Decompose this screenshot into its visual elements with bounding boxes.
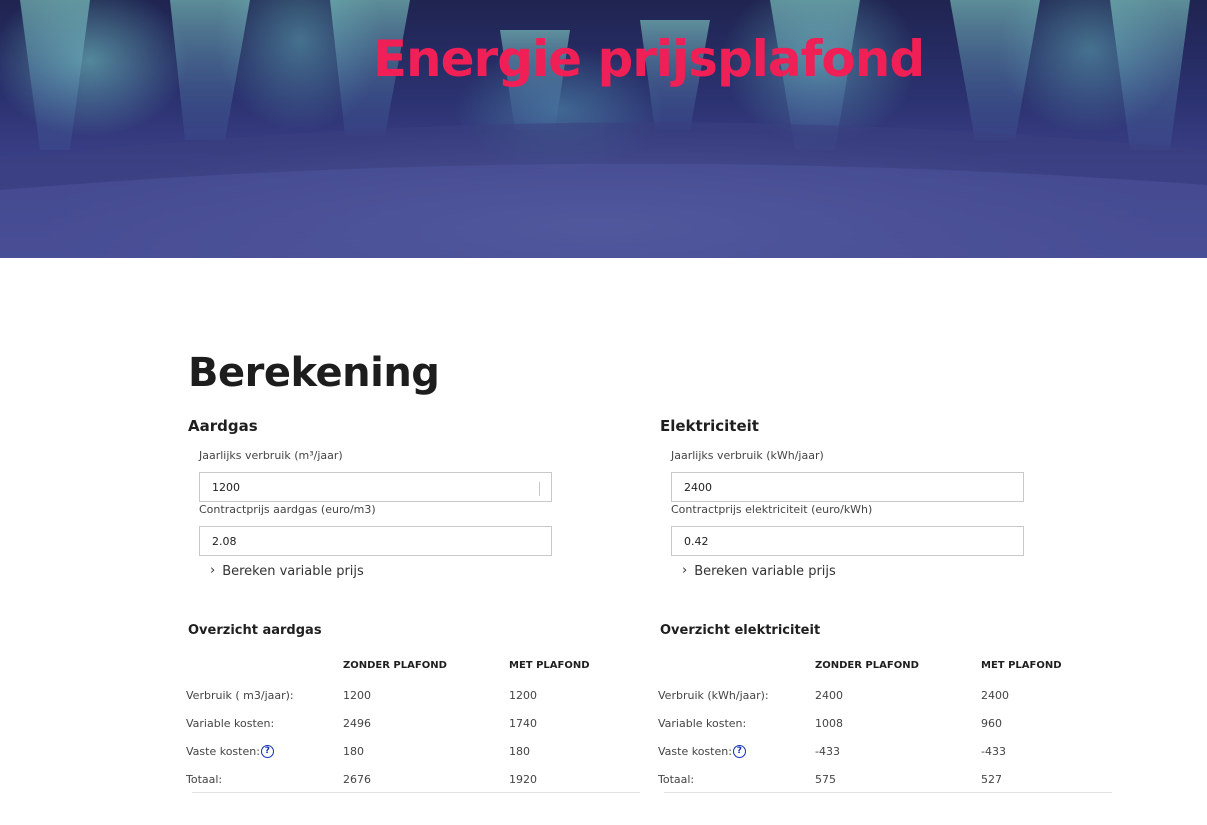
row-label: Verbruik (kWh/jaar): — [658, 688, 769, 702]
value-with-cap: 1740 — [509, 716, 537, 730]
gas-section-title: Aardgas — [188, 417, 258, 435]
table-row: Vaste kosten:? 180 180 — [186, 737, 639, 765]
gas-usage-input-divider — [539, 482, 540, 496]
value-with-cap: 2400 — [981, 688, 1009, 702]
electricity-section: Elektriciteit Jaarlijks verbruik (kWh/ja… — [658, 417, 1130, 793]
table-header: ZONDER PLAFOND — [343, 659, 447, 671]
chevron-right-icon: › — [682, 563, 688, 578]
row-label: Vaste kosten: — [186, 744, 260, 758]
elec-price-input[interactable] — [671, 526, 1024, 556]
gas-usage-input[interactable] — [199, 472, 552, 502]
elec-calc-variable-price-toggle[interactable]: › Bereken variable prijs — [682, 563, 836, 579]
value-with-cap: 527 — [981, 772, 1002, 786]
value-without-cap: -433 — [815, 744, 840, 758]
table-header: MET PLAFOND — [509, 659, 590, 671]
value-with-cap: 1200 — [509, 688, 537, 702]
row-label: Vaste kosten: — [658, 744, 732, 758]
gas-price-input[interactable] — [199, 526, 552, 556]
table-header-row: ZONDER PLAFOND MET PLAFOND — [658, 649, 1111, 681]
table-row: Totaal: 2676 1920 — [186, 765, 639, 793]
gas-usage-label: Jaarlijks verbruik (m³/jaar) — [199, 449, 343, 462]
table-header: MET PLAFOND — [981, 659, 1062, 671]
value-without-cap: 575 — [815, 772, 836, 786]
divider — [664, 792, 1112, 793]
value-without-cap: 2400 — [815, 688, 843, 702]
value-without-cap: 180 — [343, 744, 364, 758]
value-with-cap: -433 — [981, 744, 1006, 758]
value-without-cap: 2496 — [343, 716, 371, 730]
row-label-cell: Vaste kosten:? — [658, 737, 815, 765]
table-header — [658, 649, 815, 681]
hero-banner: Energie prijsplafond — [0, 0, 1207, 258]
elec-usage-input[interactable] — [671, 472, 1024, 502]
gas-calc-variable-price-label: Bereken variable prijs — [222, 564, 364, 579]
question-circle-icon[interactable]: ? — [732, 744, 746, 758]
row-label: Totaal: — [186, 772, 223, 786]
table-row: Vaste kosten:? -433 -433 — [658, 737, 1111, 765]
gas-section: Aardgas Jaarlijks verbruik (m³/jaar) Con… — [186, 417, 658, 793]
value-with-cap: 1920 — [509, 772, 537, 786]
question-circle-icon[interactable]: ? — [260, 744, 274, 758]
value-with-cap: 180 — [509, 744, 530, 758]
gas-price-label: Contractprijs aardgas (euro/m3) — [199, 503, 376, 516]
elec-price-label: Contractprijs elektriciteit (euro/kWh) — [671, 503, 873, 516]
elec-calc-variable-price-label: Bereken variable prijs — [694, 564, 836, 579]
value-without-cap: 1008 — [815, 716, 843, 730]
page-title: Berekening — [188, 350, 440, 396]
elec-overview-title: Overzicht elektriciteit — [660, 623, 821, 638]
table-row: Totaal: 575 527 — [658, 765, 1111, 793]
gas-overview-title: Overzicht aardgas — [188, 623, 322, 638]
table-header — [186, 649, 343, 681]
table-row: Verbruik (kWh/jaar): 2400 2400 — [658, 681, 1111, 709]
elec-overview-table: ZONDER PLAFOND MET PLAFOND Verbruik (kWh… — [658, 649, 1111, 793]
elec-section-title: Elektriciteit — [660, 417, 759, 435]
table-row: Variable kosten: 2496 1740 — [186, 709, 639, 737]
table-header-row: ZONDER PLAFOND MET PLAFOND — [186, 649, 639, 681]
row-label: Totaal: — [658, 772, 695, 786]
gas-overview-table: ZONDER PLAFOND MET PLAFOND Verbruik ( m3… — [186, 649, 639, 793]
divider — [192, 792, 640, 793]
value-without-cap: 1200 — [343, 688, 371, 702]
row-label: Variable kosten: — [186, 716, 275, 730]
table-row: Variable kosten: 1008 960 — [658, 709, 1111, 737]
value-without-cap: 2676 — [343, 772, 371, 786]
table-row: Verbruik ( m3/jaar): 1200 1200 — [186, 681, 639, 709]
chevron-right-icon: › — [210, 563, 216, 578]
row-label: Variable kosten: — [658, 716, 747, 730]
row-label-cell: Vaste kosten:? — [186, 737, 343, 765]
table-header: ZONDER PLAFOND — [815, 659, 919, 671]
hero-title: Energie prijsplafond — [372, 30, 925, 88]
row-label: Verbruik ( m3/jaar): — [186, 688, 294, 702]
elec-usage-label: Jaarlijks verbruik (kWh/jaar) — [671, 449, 824, 462]
gas-calc-variable-price-toggle[interactable]: › Bereken variable prijs — [210, 563, 364, 579]
value-with-cap: 960 — [981, 716, 1002, 730]
